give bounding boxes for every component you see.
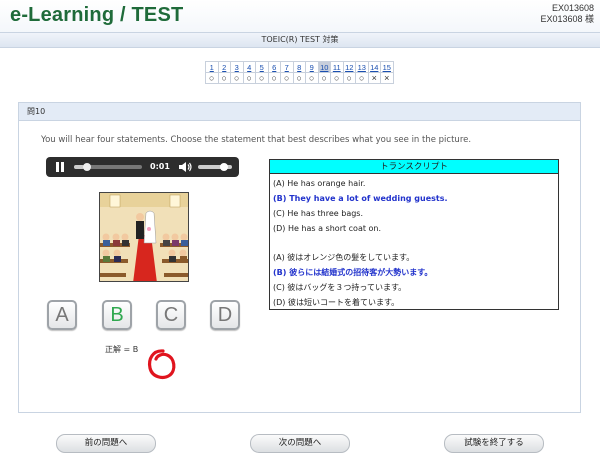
test-title-bar: TOEIC(R) TEST 対策 bbox=[0, 32, 600, 48]
wedding-illustration bbox=[100, 193, 188, 281]
volume-icon[interactable] bbox=[178, 161, 192, 173]
result-mark: ○ bbox=[230, 72, 244, 84]
user-name: EX013608 様 bbox=[540, 14, 594, 24]
result-mark: ○ bbox=[292, 72, 306, 84]
question-result-row: ○ ○ ○ ○ ○ ○ ○ ○ ○ ○ ○ ○ ○ × × bbox=[205, 72, 394, 84]
result-mark: ○ bbox=[305, 72, 319, 84]
question-instruction: You will hear four statements. Choose th… bbox=[41, 135, 472, 145]
result-mark: ○ bbox=[255, 72, 269, 84]
question-nav: 1 2 3 4 5 6 7 8 9 10 11 12 13 14 15 ○ ○ … bbox=[205, 61, 394, 84]
question-link-13[interactable]: 13 bbox=[355, 61, 369, 73]
next-question-button[interactable]: 次の問題へ bbox=[250, 434, 350, 453]
question-link-4[interactable]: 4 bbox=[242, 61, 256, 73]
result-mark: ○ bbox=[217, 72, 231, 84]
result-mark: ○ bbox=[205, 72, 219, 84]
question-number-row: 1 2 3 4 5 6 7 8 9 10 11 12 13 14 15 bbox=[205, 61, 394, 73]
transcript-ja-c: (C) 彼はバッグを３つ持っています。 bbox=[273, 283, 407, 292]
user-id: EX013608 bbox=[551, 3, 594, 13]
volume-slider[interactable] bbox=[198, 163, 232, 171]
correct-circle-icon bbox=[147, 349, 176, 379]
result-mark: ○ bbox=[317, 72, 331, 84]
seek-bar[interactable] bbox=[74, 163, 142, 171]
answer-button-c[interactable]: C bbox=[156, 300, 186, 330]
question-panel: 問10 You will hear four statements. Choos… bbox=[18, 102, 581, 413]
transcript-title: トランスクリプト bbox=[270, 160, 558, 174]
correct-answer-text: 正解 = B bbox=[105, 345, 139, 354]
finish-test-button[interactable]: 試験を終了する bbox=[444, 434, 544, 453]
question-link-14[interactable]: 14 bbox=[367, 61, 381, 73]
question-link-10[interactable]: 10 bbox=[317, 61, 331, 73]
question-link-6[interactable]: 6 bbox=[267, 61, 281, 73]
app-title: e-Learning / TEST bbox=[10, 4, 184, 26]
result-mark: ○ bbox=[330, 72, 344, 84]
test-title: TOEIC(R) TEST 対策 bbox=[261, 35, 339, 44]
transcript-ja-b: (B) 彼らには結婚式の招待客が大勢います。 bbox=[273, 268, 433, 277]
user-info: EX013608 EX013608 様 bbox=[540, 3, 594, 25]
transcript-box: トランスクリプト (A) He has orange hair. (B) The… bbox=[269, 159, 559, 310]
answer-button-b[interactable]: B bbox=[102, 300, 132, 330]
question-link-5[interactable]: 5 bbox=[255, 61, 269, 73]
question-label: 問10 bbox=[19, 103, 580, 121]
transcript-en-c: (C) He has three bags. bbox=[273, 209, 364, 218]
pause-icon[interactable] bbox=[55, 162, 65, 172]
transcript-en-a: (A) He has orange hair. bbox=[273, 179, 366, 188]
audio-player: 0:01 bbox=[46, 157, 239, 177]
transcript-ja-a: (A) 彼はオレンジ色の髪をしています。 bbox=[273, 253, 415, 262]
result-mark: ○ bbox=[280, 72, 294, 84]
question-link-1[interactable]: 1 bbox=[205, 61, 219, 73]
question-link-15[interactable]: 15 bbox=[380, 61, 394, 73]
result-mark: × bbox=[380, 72, 394, 84]
answer-button-d[interactable]: D bbox=[210, 300, 240, 330]
volume-handle[interactable] bbox=[220, 163, 229, 171]
header: e-Learning / TEST EX013608 EX013608 様 bbox=[0, 0, 600, 32]
question-link-7[interactable]: 7 bbox=[280, 61, 294, 73]
transcript-en-b: (B) They have a lot of wedding guests. bbox=[273, 194, 448, 203]
question-link-3[interactable]: 3 bbox=[230, 61, 244, 73]
transcript-ja-d: (D) 彼は短いコートを着ています。 bbox=[273, 298, 400, 307]
transcript-en-d: (D) He has a short coat on. bbox=[273, 224, 382, 233]
question-link-8[interactable]: 8 bbox=[292, 61, 306, 73]
playback-time: 0:01 bbox=[150, 162, 170, 171]
previous-question-button[interactable]: 前の問題へ bbox=[56, 434, 156, 453]
question-picture bbox=[99, 192, 189, 282]
question-link-2[interactable]: 2 bbox=[217, 61, 231, 73]
question-link-11[interactable]: 11 bbox=[330, 61, 344, 73]
seek-handle[interactable] bbox=[83, 163, 91, 171]
question-link-12[interactable]: 12 bbox=[342, 61, 356, 73]
question-link-9[interactable]: 9 bbox=[305, 61, 319, 73]
answer-button-a[interactable]: A bbox=[47, 300, 77, 330]
result-mark: ○ bbox=[242, 72, 256, 84]
result-mark: ○ bbox=[342, 72, 356, 84]
result-mark: ○ bbox=[355, 72, 369, 84]
result-mark: ○ bbox=[267, 72, 281, 84]
result-mark: × bbox=[367, 72, 381, 84]
